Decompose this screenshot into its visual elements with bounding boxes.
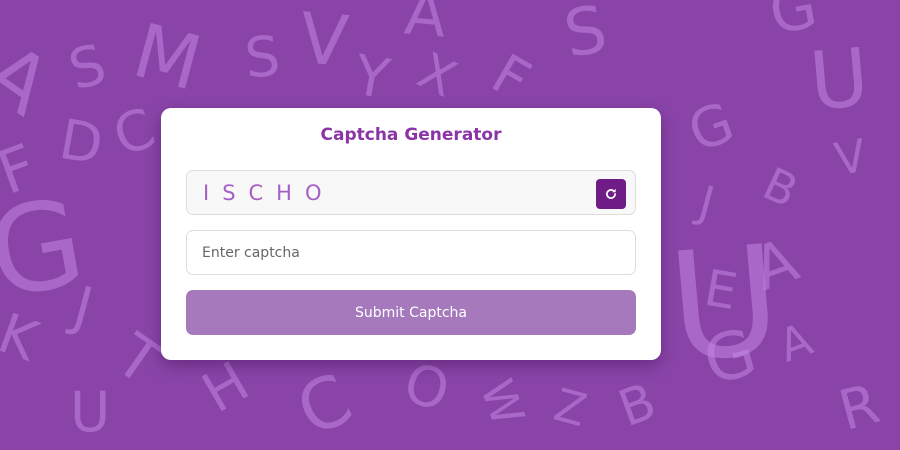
refresh-captcha-button[interactable] [596,179,626,209]
captcha-display: ISCHO [186,170,636,215]
background-letter: W [469,372,535,433]
background-letter: D [54,106,108,178]
background-letter: H [191,349,260,426]
background-letter: Y [349,42,394,112]
background-letter: U [662,213,788,397]
background-letter: F [481,41,541,113]
background-letter: B [611,371,664,439]
card-title: Captcha Generator [320,125,502,145]
background-letter: R [832,371,886,443]
background-letter: A [0,25,67,134]
background-letter: K [0,300,47,374]
background-letter: A [402,0,450,52]
captcha-text: ISCHO [203,181,335,205]
background-letter: X [409,41,465,109]
background-letter: G [680,89,743,165]
background-letter: S [558,0,613,74]
background-letter: V [296,0,352,83]
background-letter: U [70,380,111,444]
captcha-input[interactable] [186,230,636,275]
background-letter: O [397,350,456,424]
background-letter: M [124,6,211,108]
submit-captcha-button[interactable]: Submit Captcha [186,290,636,335]
refresh-icon [606,188,616,199]
background-letter: V [830,128,871,187]
background-letter: S [62,31,113,103]
background-letter: Z [548,377,593,438]
background-letter: B [755,156,806,219]
background-letter: C [105,95,164,169]
background-letter: S [242,23,283,91]
background-letter: U [806,30,873,129]
background-letter: C [284,357,364,450]
captcha-card: Captcha Generator ISCHO Submit Captcha [161,108,661,360]
